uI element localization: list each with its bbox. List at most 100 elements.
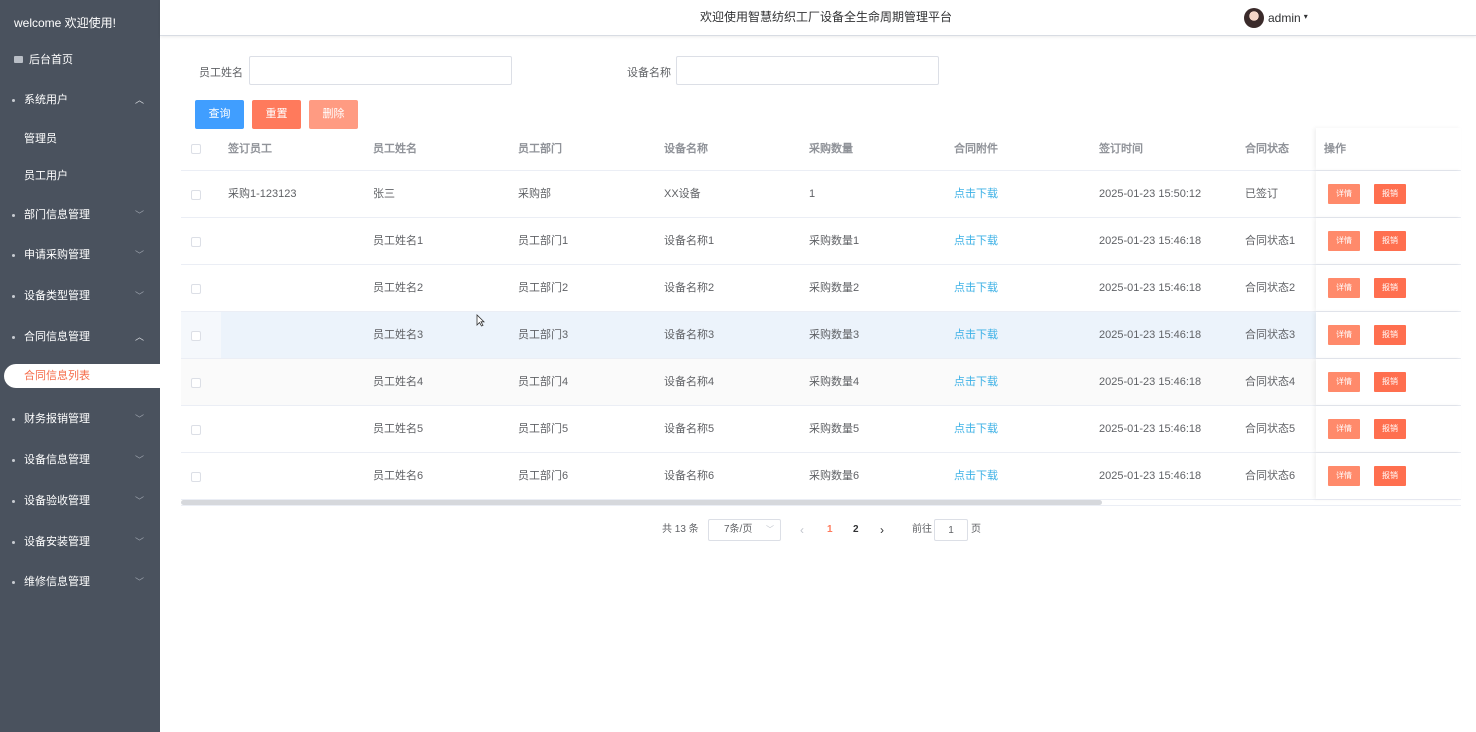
bullet-icon: [12, 499, 15, 503]
chevron-down-icon: ﹀: [134, 495, 144, 506]
reimburse-button[interactable]: 报销: [1374, 184, 1406, 204]
device-name-input[interactable]: [676, 56, 939, 85]
page-unit-label: 页: [971, 524, 981, 535]
chevron-down-icon: ﹀: [766, 525, 774, 534]
sidebar-item-device-info[interactable]: 设备信息管理 ﹀: [0, 440, 160, 481]
ops-header-cell: 操作: [1316, 128, 1461, 170]
delete-button[interactable]: 删除: [309, 100, 358, 129]
page-size-select[interactable]: 7条/页 ﹀: [708, 519, 781, 541]
cell-time: 2025-01-23 15:46:18: [1099, 282, 1202, 294]
sidebar-subitem-admin[interactable]: 管理员: [0, 121, 160, 158]
table-row[interactable]: 员工姓名5 员工部门5 设备名称5 采购数量5 点击下载 2025-01-23 …: [181, 406, 1461, 453]
row-checkbox[interactable]: [191, 237, 201, 247]
col-qty: 采购数量: [809, 143, 853, 155]
table-row[interactable]: 员工姓名1 员工部门1 设备名称1 采购数量1 点击下载 2025-01-23 …: [181, 218, 1461, 265]
employee-name-input[interactable]: [249, 56, 512, 85]
sidebar-item-device-type[interactable]: 设备类型管理 ﹀: [0, 276, 160, 317]
reimburse-button[interactable]: 报销: [1374, 372, 1406, 392]
cell-status: 合同状态1: [1245, 235, 1296, 247]
cell-device: 设备名称4: [664, 376, 715, 388]
reimburse-button[interactable]: 报销: [1374, 231, 1406, 251]
cell-status: 合同状态6: [1245, 470, 1296, 482]
table-row[interactable]: 采购1-123123 张三 采购部 XX设备 1 点击下载 2025-01-23…: [181, 171, 1461, 218]
sidebar-item-home[interactable]: 后台首页: [0, 46, 160, 80]
detail-button[interactable]: 详情: [1328, 466, 1360, 486]
ops-cell: 详情 报销: [1316, 359, 1461, 405]
row-checkbox[interactable]: [191, 331, 201, 341]
download-link[interactable]: 点击下载: [954, 171, 998, 218]
col-time: 签订时间: [1099, 143, 1143, 155]
sidebar-item-purchase[interactable]: 申请采购管理 ﹀: [0, 235, 160, 276]
caret-down-icon: ▾: [1303, 11, 1308, 21]
table-row[interactable]: 员工姓名3 员工部门3 设备名称3 采购数量3 点击下载 2025-01-23 …: [181, 312, 1461, 359]
page-1-button[interactable]: 1: [827, 519, 833, 541]
goto-page-input[interactable]: [934, 519, 968, 541]
sidebar: welcome 欢迎使用! 后台首页 系统用户 ︿ 管理员 员工用户 部门信息管…: [0, 0, 164, 732]
download-link[interactable]: 点击下载: [954, 453, 998, 500]
table-row[interactable]: 员工姓名4 员工部门4 设备名称4 采购数量4 点击下载 2025-01-23 …: [181, 359, 1461, 406]
sidebar-item-system-users[interactable]: 系统用户 ︿: [0, 80, 160, 121]
sidebar-item-dept[interactable]: 部门信息管理 ﹀: [0, 195, 160, 236]
bullet-icon: [12, 459, 15, 463]
row-checkbox[interactable]: [191, 284, 201, 294]
sidebar-item-device-install[interactable]: 设备安装管理 ﹀: [0, 522, 160, 563]
next-page-button[interactable]: ›: [880, 519, 884, 541]
col-name: 员工姓名: [373, 143, 417, 155]
download-link[interactable]: 点击下载: [954, 406, 998, 453]
chevron-down-icon: ﹀: [134, 455, 144, 466]
bullet-icon: [12, 540, 15, 544]
sidebar-item-label: 设备信息管理: [24, 454, 90, 467]
table-row[interactable]: 员工姓名6 员工部门6 设备名称6 采购数量6 点击下载 2025-01-23 …: [181, 453, 1461, 500]
download-link[interactable]: 点击下载: [954, 218, 998, 265]
download-link[interactable]: 点击下载: [954, 312, 998, 359]
prev-page-button[interactable]: ‹: [800, 519, 804, 541]
row-checkbox[interactable]: [191, 190, 201, 200]
cell-status: 合同状态2: [1245, 282, 1296, 294]
col-ops: 操作: [1324, 143, 1346, 155]
sidebar-subitem-contract-list[interactable]: 合同信息列表: [4, 364, 164, 389]
detail-button[interactable]: 详情: [1328, 372, 1360, 392]
row-checkbox[interactable]: [191, 378, 201, 388]
cell-dept: 员工部门3: [518, 329, 569, 341]
sidebar-subitem-staff[interactable]: 员工用户: [0, 158, 160, 195]
cell-qty: 采购数量4: [809, 376, 860, 388]
detail-button[interactable]: 详情: [1328, 419, 1360, 439]
sidebar-item-label: 设备类型管理: [24, 290, 90, 303]
sidebar-item-label: 后台首页: [29, 54, 73, 66]
ops-cell: 详情 报销: [1316, 406, 1461, 452]
sidebar-item-finance[interactable]: 财务报销管理 ﹀: [0, 399, 160, 440]
cell-dept: 员工部门5: [518, 423, 569, 435]
reimburse-button[interactable]: 报销: [1374, 466, 1406, 486]
reimburse-button[interactable]: 报销: [1374, 278, 1406, 298]
download-link[interactable]: 点击下载: [954, 359, 998, 406]
ops-cell: 详情 报销: [1316, 218, 1461, 264]
sidebar-item-repair[interactable]: 维修信息管理 ﹀: [0, 562, 160, 603]
table-row[interactable]: 员工姓名2 员工部门2 设备名称2 采购数量2 点击下载 2025-01-23 …: [181, 265, 1461, 312]
horizontal-scrollbar[interactable]: [181, 500, 1102, 505]
reimburse-button[interactable]: 报销: [1374, 419, 1406, 439]
cell-name: 员工姓名6: [373, 470, 424, 482]
detail-button[interactable]: 详情: [1328, 325, 1360, 345]
query-button[interactable]: 查询: [195, 100, 244, 129]
contract-table: 签订员工 员工姓名 员工部门 设备名称 采购数量 合同附件 签订时间 合同状态 …: [181, 128, 1461, 500]
bullet-icon: [12, 99, 15, 102]
cell-dept: 员工部门1: [518, 235, 569, 247]
cell-qty: 采购数量2: [809, 282, 860, 294]
sidebar-item-contract[interactable]: 合同信息管理 ︿: [0, 317, 160, 358]
reimburse-button[interactable]: 报销: [1374, 325, 1406, 345]
reset-button[interactable]: 重置: [252, 100, 301, 129]
chevron-down-icon: ﹀: [134, 250, 144, 261]
detail-button[interactable]: 详情: [1328, 184, 1360, 204]
detail-button[interactable]: 详情: [1328, 231, 1360, 251]
bullet-icon: [12, 295, 15, 299]
user-menu[interactable]: admin ▾: [1244, 7, 1308, 29]
detail-button[interactable]: 详情: [1328, 278, 1360, 298]
download-link[interactable]: 点击下载: [954, 265, 998, 312]
row-checkbox[interactable]: [191, 425, 201, 435]
row-checkbox[interactable]: [191, 472, 201, 482]
sidebar-item-device-accept[interactable]: 设备验收管理 ﹀: [0, 481, 160, 522]
select-all-checkbox[interactable]: [191, 144, 201, 154]
page-2-button[interactable]: 2: [853, 519, 859, 541]
chevron-down-icon: ﹀: [134, 536, 144, 547]
ops-cell: 详情 报销: [1316, 312, 1461, 358]
